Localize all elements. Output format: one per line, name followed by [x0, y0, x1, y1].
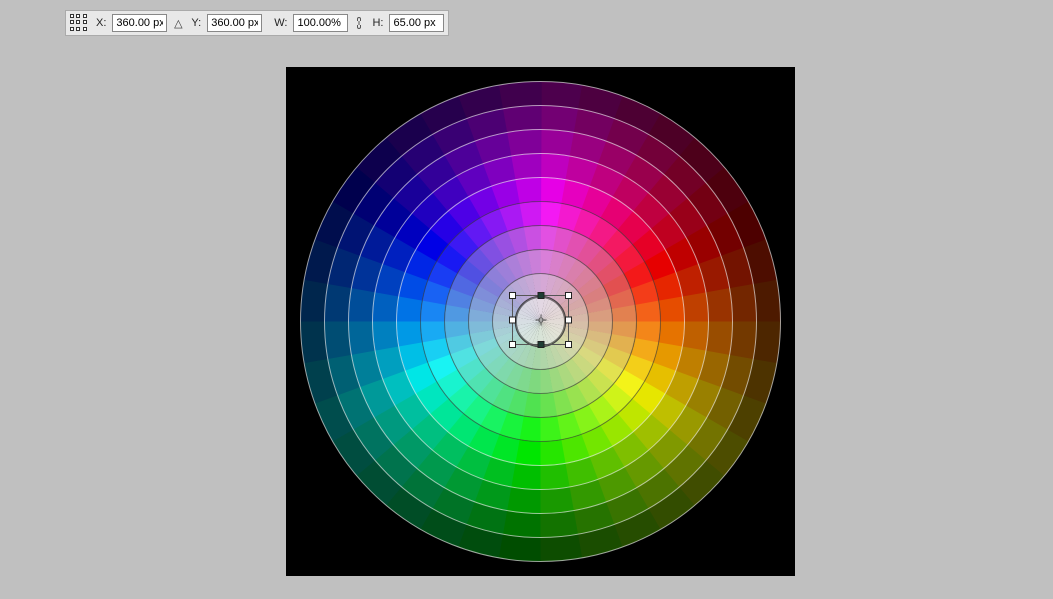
x-label: X:: [94, 17, 108, 29]
y-input[interactable]: [207, 14, 262, 32]
triangle-icon[interactable]: △: [171, 16, 185, 30]
color-wheel: [286, 67, 795, 576]
h-input[interactable]: [389, 14, 444, 32]
w-input[interactable]: [293, 14, 348, 32]
reference-point-icon[interactable]: [70, 14, 88, 32]
link-icon[interactable]: [352, 16, 366, 30]
y-label: Y:: [189, 17, 203, 29]
canvas[interactable]: [286, 67, 795, 576]
w-label: W:: [272, 17, 289, 29]
h-label: H:: [370, 17, 385, 29]
x-input[interactable]: [112, 14, 167, 32]
options-toolbar: X: △ Y: W: H:: [65, 10, 449, 36]
